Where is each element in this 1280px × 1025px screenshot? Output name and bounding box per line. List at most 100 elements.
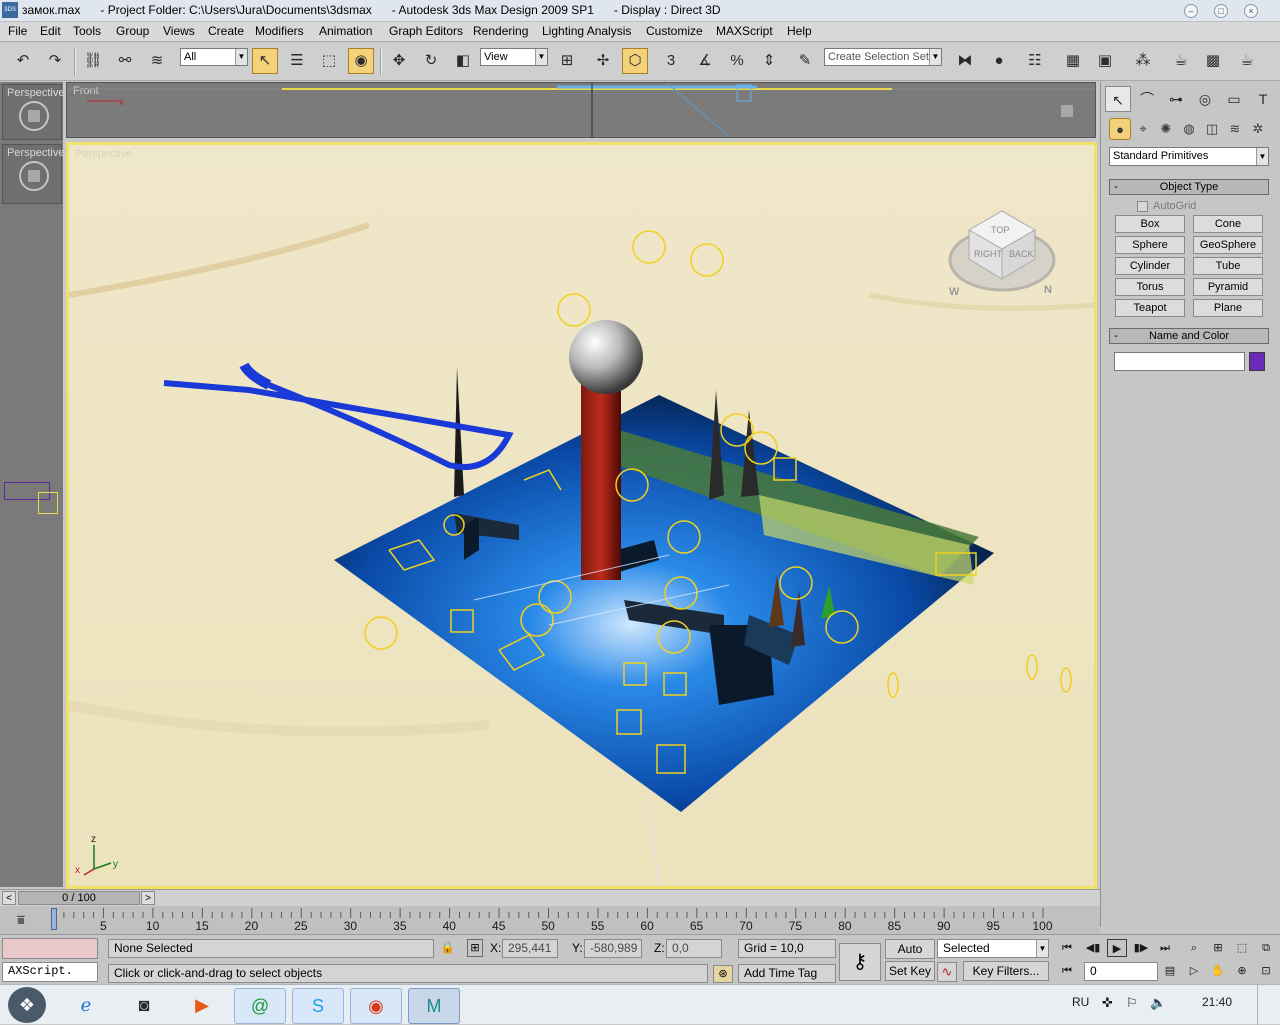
- select-and-rotate-icon[interactable]: ↻: [418, 48, 444, 74]
- maximize-button[interactable]: □: [1214, 4, 1228, 18]
- auto-key-button[interactable]: Auto Key: [885, 939, 935, 974]
- lock-selection-icon[interactable]: 🔒: [440, 940, 455, 954]
- sphere-button[interactable]: Sphere: [1115, 236, 1185, 254]
- 3dsmax-taskbar-icon[interactable]: M: [408, 988, 460, 1024]
- time-marker[interactable]: [51, 908, 57, 930]
- shapes-icon[interactable]: ⌖: [1132, 118, 1154, 140]
- orbit-icon[interactable]: ⊕: [1232, 962, 1252, 980]
- display-tab-icon[interactable]: ▭: [1221, 86, 1247, 112]
- minimize-button[interactable]: –: [1184, 4, 1198, 18]
- object-type-header[interactable]: - Object Type: [1109, 179, 1269, 195]
- perspective-viewport[interactable]: Perspective TOP RIGHT BACK W N z x y: [66, 142, 1097, 889]
- add-time-tag-button[interactable]: Add Time Tag: [738, 964, 836, 983]
- show-desktop-button[interactable]: [1257, 985, 1280, 1025]
- render-setup-icon[interactable]: ☕: [1168, 48, 1194, 74]
- select-object-icon[interactable]: ↖: [252, 48, 278, 74]
- zoom-extents-all-icon[interactable]: ⧉: [1256, 939, 1276, 957]
- redo-icon[interactable]: ↷: [42, 48, 68, 74]
- name-and-color-header[interactable]: - Name and Color: [1109, 328, 1269, 344]
- quick-render-icon[interactable]: ☕: [1234, 48, 1260, 74]
- layer-manager-icon[interactable]: ☷: [1022, 48, 1048, 74]
- angle-snap-icon[interactable]: ∡: [692, 48, 718, 74]
- percent-snap-icon[interactable]: %: [724, 48, 750, 74]
- utilities-tab-icon[interactable]: T: [1250, 86, 1276, 112]
- material-editor-icon[interactable]: ⁂: [1130, 48, 1156, 74]
- teapot-button[interactable]: Teapot: [1115, 299, 1185, 317]
- key-mode-toggle-icon[interactable]: ⏮: [1057, 962, 1077, 980]
- media-player-icon[interactable]: ▶: [176, 988, 228, 1024]
- cylinder-button[interactable]: Cylinder: [1115, 257, 1185, 275]
- key-mode-dropdown[interactable]: Selected ▼: [937, 939, 1049, 958]
- keyboard-shortcut-override-icon[interactable]: ⬡: [622, 48, 648, 74]
- window-crossing-icon[interactable]: ◉: [348, 48, 374, 74]
- lights-icon[interactable]: ✺: [1155, 118, 1177, 140]
- create-tab-icon[interactable]: ↖: [1105, 86, 1131, 112]
- track-bar[interactable]: ⩸ 05101520253035404550556065707580859095…: [0, 906, 1100, 934]
- bind-to-space-warp-icon[interactable]: ≋: [144, 48, 170, 74]
- go-to-end-icon[interactable]: ⏭: [1155, 939, 1175, 957]
- space-warps-icon[interactable]: ≋: [1224, 118, 1246, 140]
- x-coordinate-field[interactable]: 295,441: [502, 939, 558, 958]
- clock-time[interactable]: 21:40: [1202, 995, 1232, 1009]
- volume-icon[interactable]: 🔈: [1150, 995, 1166, 1011]
- absolute-mode-icon[interactable]: ⊞: [467, 939, 483, 957]
- motion-tab-icon[interactable]: ◎: [1192, 86, 1218, 112]
- menu-lighting-analysis[interactable]: Lighting Analysis: [540, 24, 633, 38]
- time-configuration-icon[interactable]: ▤: [1160, 962, 1180, 980]
- object-color-swatch[interactable]: [1249, 352, 1265, 371]
- object-name-field[interactable]: [1114, 352, 1245, 371]
- close-button[interactable]: ×: [1244, 4, 1258, 18]
- category-dropdown[interactable]: Standard Primitives ▼: [1109, 147, 1269, 166]
- maximize-viewport-icon[interactable]: ⊡: [1256, 962, 1276, 980]
- mini-perspective-viewport-top[interactable]: Perspective: [2, 84, 64, 140]
- set-key-icon[interactable]: ⚷: [839, 943, 881, 981]
- key-filters-button[interactable]: Key Filters...: [963, 961, 1049, 981]
- menu-group[interactable]: Group: [114, 24, 151, 38]
- go-to-start-icon[interactable]: ⏮: [1057, 939, 1077, 957]
- geosphere-button[interactable]: GeoSphere: [1193, 236, 1263, 254]
- z-coordinate-field[interactable]: 0,0: [666, 939, 722, 958]
- curve-editor-icon[interactable]: ▦: [1060, 48, 1086, 74]
- previous-frame-icon[interactable]: ◀▮: [1083, 939, 1103, 957]
- set-key-button[interactable]: Set Key: [885, 961, 935, 981]
- reference-coordinate-dropdown[interactable]: View ▼: [480, 48, 548, 66]
- tray-expand-icon[interactable]: ✜: [1102, 995, 1113, 1011]
- box-button[interactable]: Box: [1115, 215, 1185, 233]
- systems-icon[interactable]: ✲: [1247, 118, 1269, 140]
- align-icon[interactable]: ●: [986, 48, 1012, 74]
- pan-view-icon[interactable]: ✋: [1208, 962, 1228, 980]
- select-and-move-icon[interactable]: ✥: [386, 48, 412, 74]
- autogrid-checkbox[interactable]: AutoGrid: [1137, 200, 1196, 212]
- menu-create[interactable]: Create: [206, 24, 246, 38]
- torus-button[interactable]: Torus: [1115, 278, 1185, 296]
- mirror-icon[interactable]: ⧓: [952, 48, 978, 74]
- chrome-icon[interactable]: ◉: [350, 988, 402, 1024]
- app-icon[interactable]: 3DS: [2, 2, 18, 18]
- unlink-selection-icon[interactable]: ⚯: [112, 48, 138, 74]
- geometry-icon[interactable]: ●: [1109, 118, 1131, 140]
- internet-explorer-icon[interactable]: ℯ: [60, 988, 112, 1024]
- menu-animation[interactable]: Animation: [317, 24, 374, 38]
- zoom-extents-icon[interactable]: ⬚: [1232, 939, 1252, 957]
- select-manipulate-icon[interactable]: ✢: [590, 48, 616, 74]
- menu-file[interactable]: File: [6, 24, 29, 38]
- edit-named-selection-icon[interactable]: ✎: [792, 48, 818, 74]
- menu-graph-editors[interactable]: Graph Editors: [387, 24, 465, 38]
- time-prev-icon[interactable]: <: [2, 891, 16, 905]
- zoom-icon[interactable]: ⌕: [1184, 939, 1204, 957]
- schematic-view-icon[interactable]: ▣: [1092, 48, 1118, 74]
- menu-rendering[interactable]: Rendering: [471, 24, 530, 38]
- menu-edit[interactable]: Edit: [38, 24, 63, 38]
- selection-filter-dropdown[interactable]: All ▼: [180, 48, 248, 66]
- pyramid-button[interactable]: Pyramid: [1193, 278, 1263, 296]
- menu-maxscript[interactable]: MAXScript: [714, 24, 775, 38]
- named-selection-dropdown[interactable]: Create Selection Set ▼: [824, 48, 942, 66]
- time-tag-icon[interactable]: ⊛: [713, 965, 733, 983]
- hierarchy-tab-icon[interactable]: ⊶: [1163, 86, 1189, 112]
- select-and-link-icon[interactable]: ⛓: [80, 48, 106, 74]
- current-frame-field[interactable]: 0: [1084, 962, 1158, 981]
- select-by-name-icon[interactable]: ☰: [284, 48, 310, 74]
- front-viewport[interactable]: Front x: [66, 82, 1096, 138]
- pivot-center-icon[interactable]: ⊞: [554, 48, 580, 74]
- maxscript-listener-field[interactable]: AXScript.: [2, 962, 98, 982]
